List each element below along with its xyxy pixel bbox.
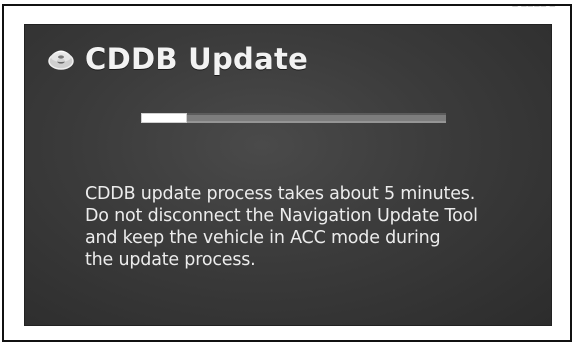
disc-icon — [47, 45, 75, 73]
progress-bar-fill — [141, 113, 187, 123]
message-line: and keep the vehicle in ACC mode during — [85, 228, 441, 248]
screen-header: CDDB Update — [47, 39, 308, 79]
corner-mark: — ———— — — [512, 3, 556, 10]
message-line: CDDB update process takes about 5 minute… — [85, 184, 476, 204]
progress-bar — [141, 113, 446, 123]
instruction-message: CDDB update process takes about 5 minute… — [85, 183, 535, 271]
cddb-update-screen: CDDB Update CDDB update process takes ab… — [24, 24, 552, 326]
screenshot-frame: — ———— — CDDB Update CDDB update process… — [2, 4, 572, 342]
page-title: CDDB Update — [85, 42, 309, 76]
message-line: the update process. — [85, 250, 256, 270]
message-line: Do not disconnect the Navigation Update … — [85, 206, 478, 226]
